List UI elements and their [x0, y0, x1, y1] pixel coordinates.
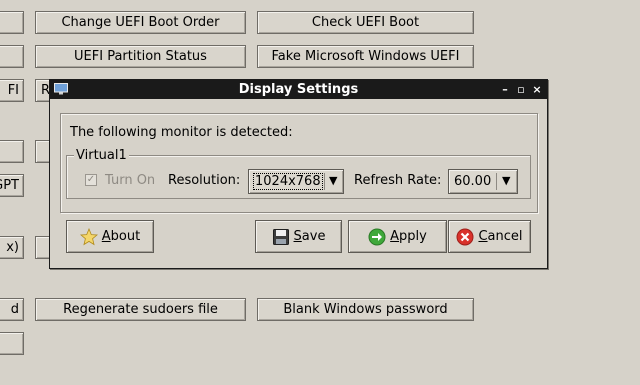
combo-separator [324, 173, 325, 190]
dialog-titlebar[interactable]: Display Settings – ▫ × [50, 80, 547, 99]
maximize-icon[interactable]: ▫ [513, 80, 529, 99]
cancel-mnemonic: C [478, 229, 488, 244]
about-label: bout [110, 229, 141, 244]
refresh-rate-label: Refresh Rate: [354, 173, 442, 188]
cancel-button[interactable]: Cancel [448, 220, 531, 253]
bg-left-button-2[interactable] [0, 45, 24, 68]
save-button[interactable]: Save [255, 220, 342, 253]
combo-separator [496, 173, 497, 190]
monitor-name-label: Virtual1 [74, 148, 129, 163]
floppy-disk-icon [272, 228, 290, 246]
check-uefi-boot-button[interactable]: Check UEFI Boot [257, 11, 474, 34]
close-icon[interactable]: × [529, 80, 545, 99]
refresh-rate-select[interactable]: 60.00 ▼ [448, 169, 518, 194]
blank-windows-password-button[interactable]: Blank Windows password [257, 298, 474, 321]
dropdown-arrow-icon: ▼ [502, 174, 511, 187]
detected-monitor-text: The following monitor is detected: [70, 125, 293, 140]
save-label: ave [301, 229, 326, 244]
apply-mnemonic: A [390, 229, 400, 244]
save-mnemonic: S [293, 229, 302, 244]
cancel-label: ancel [487, 229, 523, 244]
turn-on-checkbox[interactable]: ✓ [85, 174, 97, 186]
about-mnemonic: A [101, 229, 111, 244]
bg-left-button-3[interactable] [0, 140, 24, 163]
refresh-rate-value: 60.00 [454, 174, 492, 189]
bg-left-button-fi[interactable]: FI [0, 79, 24, 102]
bg-left-button-x[interactable]: x) [0, 236, 24, 259]
dropdown-arrow-icon: ▼ [329, 174, 338, 187]
uefi-partition-status-button[interactable]: UEFI Partition Status [35, 45, 246, 68]
apply-button[interactable]: Apply [348, 220, 447, 253]
bg-left-button-4[interactable] [0, 332, 24, 355]
regenerate-sudoers-file-button[interactable]: Regenerate sudoers file [35, 298, 246, 321]
star-icon [79, 227, 98, 246]
apply-label: pply [399, 229, 427, 244]
resolution-select[interactable]: 1024x768 ▼ [248, 169, 344, 194]
fake-microsoft-windows-uefi-button[interactable]: Fake Microsoft Windows UEFI [257, 45, 474, 68]
about-button[interactable]: About [66, 220, 154, 253]
minimize-icon[interactable]: – [497, 80, 513, 99]
apply-arrow-icon [368, 228, 386, 246]
resolution-label: Resolution: [168, 173, 241, 188]
bg-left-button-d[interactable]: d [0, 298, 24, 321]
dialog-title: Display Settings [238, 82, 359, 97]
display-settings-dialog: Display Settings – ▫ × The following mon… [49, 79, 548, 269]
cancel-x-icon [456, 228, 474, 246]
turn-on-label: Turn On [105, 173, 156, 188]
bg-left-button-gpt[interactable]: GPT [0, 174, 24, 197]
resolution-value: 1024x768 [253, 173, 323, 190]
bg-left-button-1[interactable] [0, 11, 24, 34]
change-uefi-boot-order-button[interactable]: Change UEFI Boot Order [35, 11, 246, 34]
